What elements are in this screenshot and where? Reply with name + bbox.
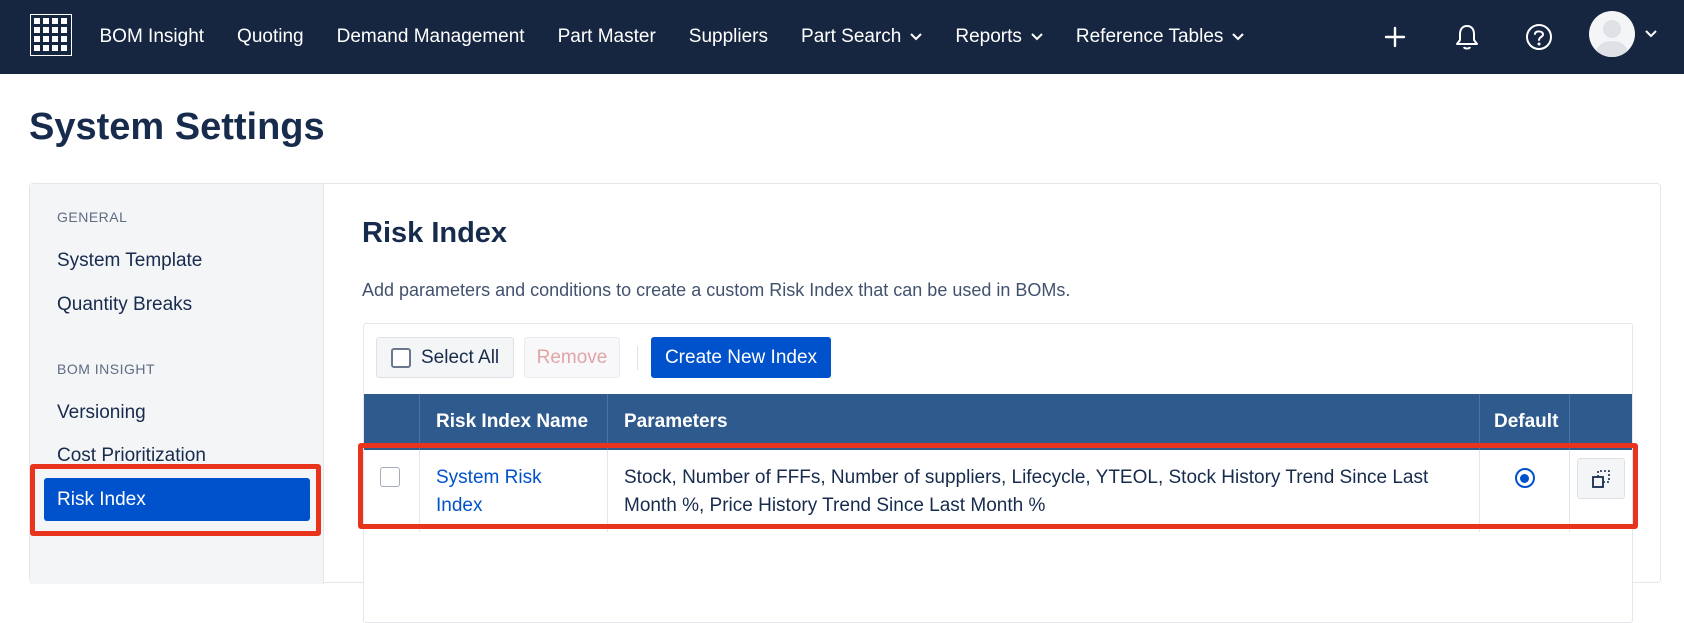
table-row: System Risk Index Stock, Number of FFFs,… (364, 450, 1632, 532)
sidebar-item-risk-index[interactable]: Risk Index (44, 478, 310, 521)
sidebar-item-quantity-breaks[interactable]: Quantity Breaks (57, 294, 192, 316)
nav-item-part-search[interactable]: Part Search (785, 26, 939, 48)
help-icon[interactable] (1519, 17, 1559, 57)
column-header-select (364, 394, 420, 450)
avatar[interactable] (1589, 11, 1635, 57)
column-header-default[interactable]: Default (1480, 394, 1570, 450)
table-header: Risk Index Name Parameters Default (364, 394, 1632, 450)
actions-cell (1570, 450, 1632, 532)
settings-sidebar: GENERAL System Template Quantity Breaks … (30, 184, 324, 584)
section-title: Risk Index (362, 217, 508, 249)
select-all-button[interactable]: Select All (376, 337, 514, 378)
column-header-parameters[interactable]: Parameters (608, 394, 1480, 450)
page-title: System Settings (29, 106, 325, 148)
toolbar-divider (637, 346, 638, 370)
table-toolbar: Select All Remove Create New Index (364, 324, 1632, 394)
nav-item-part-master[interactable]: Part Master (541, 26, 672, 48)
nav-item-label: Part Search (801, 26, 902, 47)
nav-item-quoting[interactable]: Quoting (221, 26, 321, 48)
risk-index-name-link[interactable]: System Risk Index (436, 467, 542, 516)
chevron-down-icon (1232, 33, 1245, 41)
sidebar-section-bom-insight: BOM INSIGHT (57, 361, 156, 377)
row-checkbox[interactable] (380, 467, 400, 487)
select-all-checkbox[interactable] (391, 347, 411, 368)
sidebar-item-system-template[interactable]: System Template (57, 250, 202, 272)
column-header-actions (1570, 394, 1632, 450)
chevron-down-icon (1031, 33, 1043, 41)
default-radio[interactable] (1514, 468, 1535, 488)
nav-item-reference-tables[interactable]: Reference Tables (1059, 26, 1261, 48)
column-header-risk-index-name[interactable]: Risk Index Name (420, 394, 608, 450)
parameters-cell: Stock, Number of FFFs, Number of supplie… (608, 450, 1480, 532)
create-new-index-button[interactable]: Create New Index (651, 337, 831, 378)
sidebar-section-general: GENERAL (57, 209, 128, 225)
sidebar-item-versioning[interactable]: Versioning (57, 402, 146, 424)
nav-item-label: Reports (955, 26, 1022, 47)
nav-item-suppliers[interactable]: Suppliers (672, 26, 784, 48)
bell-icon[interactable] (1447, 17, 1487, 57)
nav-item-label: BOM Insight (99, 26, 205, 47)
risk-index-name-cell: System Risk Index (420, 450, 608, 532)
nav-item-demand-management[interactable]: Demand Management (320, 26, 541, 48)
nav-item-reports[interactable]: Reports (939, 26, 1060, 48)
risk-index-table: Select All Remove Create New Index Risk … (363, 323, 1633, 623)
plus-icon[interactable] (1375, 17, 1415, 57)
chevron-down-icon[interactable] (1645, 30, 1657, 38)
copy-icon (1592, 469, 1610, 488)
nav-item-label: Suppliers (688, 26, 769, 47)
row-select-cell (364, 450, 420, 532)
radio-selected-dot (1520, 473, 1529, 483)
duplicate-button[interactable] (1577, 458, 1625, 499)
settings-panel: GENERAL System Template Quantity Breaks … (29, 183, 1661, 623)
nav-item-label: Part Master (557, 26, 656, 47)
nav-item-label: Quoting (237, 26, 304, 47)
app-grid-icon[interactable] (30, 14, 72, 56)
nav-item-label: Demand Management (336, 26, 525, 47)
nav-menu: BOM Insight Quoting Demand Management Pa… (83, 0, 1261, 74)
chevron-down-icon (910, 33, 923, 41)
nav-item-label: Reference Tables (1075, 26, 1224, 47)
select-all-label: Select All (421, 346, 500, 368)
section-description: Add parameters and conditions to create … (362, 280, 1071, 300)
nav-item-bom-insight[interactable]: BOM Insight (83, 26, 221, 48)
remove-button[interactable]: Remove (524, 337, 620, 378)
default-cell (1480, 450, 1570, 532)
top-navigation-bar: BOM Insight Quoting Demand Management Pa… (0, 0, 1684, 74)
sidebar-item-cost-prioritization[interactable]: Cost Prioritization (57, 445, 206, 467)
